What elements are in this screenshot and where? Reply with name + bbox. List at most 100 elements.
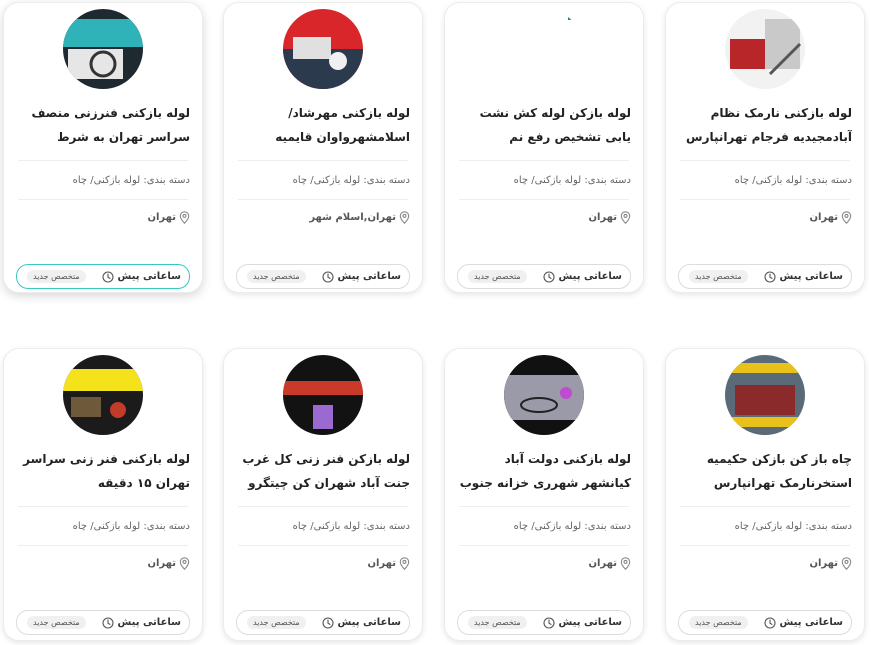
card-location: تهران xyxy=(367,557,410,570)
divider xyxy=(459,506,629,507)
time-text: ساعاتی پیش xyxy=(558,271,622,282)
card-category: دسته بندی: لوله بازکنی/ چاه xyxy=(513,521,631,532)
card-title[interactable]: لوله بازکن لوله کش نشت یابی تشخیص رفع نم… xyxy=(457,101,631,149)
clock-icon xyxy=(764,270,777,283)
card-location: تهران xyxy=(147,211,190,224)
new-specialist-badge: متخصص جدید xyxy=(27,270,86,283)
time-text: ساعاتی پیش xyxy=(558,617,622,628)
card-footer: متخصص جدید ساعاتی پیش xyxy=(457,610,631,635)
location-pin-icon xyxy=(841,557,852,570)
new-specialist-badge: متخصص جدید xyxy=(247,270,306,283)
location-pin-icon xyxy=(620,557,631,570)
service-card[interactable]: لوله بازکنی نارمک نظام آبادمجیدیه فرجام … xyxy=(665,2,865,293)
new-specialist-badge: متخصص جدید xyxy=(468,616,527,629)
divider xyxy=(238,545,408,546)
service-card[interactable]: لوله بازکن لوله کش نشت یابی تشخیص رفع نم… xyxy=(444,2,644,293)
card-title[interactable]: چاه باز کن بازکن حکیمیه استخرنارمک تهران… xyxy=(678,447,852,495)
location-pin-icon xyxy=(179,211,190,224)
time-text: ساعاتی پیش xyxy=(117,271,181,282)
card-title[interactable]: لوله بازکنی فنرزنی منصف سراسر تهران به ش… xyxy=(16,101,190,149)
posted-time: ساعاتی پیش xyxy=(322,616,401,629)
card-footer: متخصص جدید ساعاتی پیش xyxy=(678,264,852,289)
card-location: تهران xyxy=(809,557,852,570)
clock-icon xyxy=(102,616,115,629)
card-category: دسته بندی: لوله بازکنی/ چاه xyxy=(292,175,410,186)
location-text: تهران xyxy=(147,212,176,223)
time-text: ساعاتی پیش xyxy=(337,617,401,628)
clock-icon xyxy=(102,270,115,283)
divider xyxy=(680,160,850,161)
card-footer: متخصص جدید ساعاتی پیش xyxy=(16,610,190,635)
new-specialist-badge: متخصص جدید xyxy=(689,270,748,283)
posted-time: ساعاتی پیش xyxy=(102,616,181,629)
location-text: تهران,اسلام شهر xyxy=(309,212,396,223)
divider xyxy=(459,160,629,161)
location-pin-icon xyxy=(620,211,631,224)
card-image[interactable] xyxy=(63,9,143,89)
card-image[interactable] xyxy=(283,355,363,435)
posted-time: ساعاتی پیش xyxy=(102,270,181,283)
divider xyxy=(459,199,629,200)
time-text: ساعاتی پیش xyxy=(117,617,181,628)
card-footer: متخصص جدید ساعاتی پیش xyxy=(678,610,852,635)
new-specialist-badge: متخصص جدید xyxy=(468,270,527,283)
card-title[interactable]: لوله بازکنی مهرشاد/اسلامشهرواوان قایمیه … xyxy=(236,101,410,149)
card-category: دسته بندی: لوله بازکنی/ چاه xyxy=(734,521,852,532)
service-card[interactable]: لوله بازکنی فنرزنی منصف سراسر تهران به ش… xyxy=(3,2,203,293)
clock-icon xyxy=(322,270,335,283)
card-footer: متخصص جدید ساعاتی پیش xyxy=(457,264,631,289)
location-text: تهران xyxy=(588,212,617,223)
time-text: ساعاتی پیش xyxy=(779,271,843,282)
divider xyxy=(18,199,188,200)
time-text: ساعاتی پیش xyxy=(779,617,843,628)
card-footer: متخصص جدید ساعاتی پیش xyxy=(236,264,410,289)
divider xyxy=(680,545,850,546)
card-category: دسته بندی: لوله بازکنی/ چاه xyxy=(292,521,410,532)
location-text: تهران xyxy=(809,212,838,223)
service-card[interactable]: لوله بازکنی فنر زنی سراسر تهران ۱۵ دقیقه… xyxy=(3,348,203,641)
divider xyxy=(680,506,850,507)
service-card[interactable]: لوله بازکنی دولت آباد کیانشهر شهرری خزان… xyxy=(444,348,644,641)
card-location: تهران,اسلام شهر xyxy=(309,211,410,224)
location-pin-icon xyxy=(399,557,410,570)
divider xyxy=(18,160,188,161)
card-image[interactable] xyxy=(504,9,584,89)
location-text: تهران xyxy=(147,558,176,569)
card-image[interactable] xyxy=(504,355,584,435)
new-specialist-badge: متخصص جدید xyxy=(27,616,86,629)
card-image[interactable] xyxy=(725,355,805,435)
location-pin-icon xyxy=(399,211,410,224)
card-category: دسته بندی: لوله بازکنی/ چاه xyxy=(72,175,190,186)
card-title[interactable]: لوله بازکن فنر زنی کل غرب جنت آباد شهران… xyxy=(236,447,410,495)
location-text: تهران xyxy=(588,558,617,569)
posted-time: ساعاتی پیش xyxy=(764,616,843,629)
location-text: تهران xyxy=(809,558,838,569)
divider xyxy=(238,199,408,200)
posted-time: ساعاتی پیش xyxy=(764,270,843,283)
card-location: تهران xyxy=(809,211,852,224)
card-location: تهران xyxy=(588,557,631,570)
clock-icon xyxy=(543,616,556,629)
service-card[interactable]: لوله بازکنی مهرشاد/اسلامشهرواوان قایمیه … xyxy=(223,2,423,293)
new-specialist-badge: متخصص جدید xyxy=(247,616,306,629)
service-card[interactable]: لوله بازکن فنر زنی کل غرب جنت آباد شهران… xyxy=(223,348,423,641)
location-pin-icon xyxy=(841,211,852,224)
location-pin-icon xyxy=(179,557,190,570)
posted-time: ساعاتی پیش xyxy=(543,270,622,283)
clock-icon xyxy=(543,270,556,283)
service-card[interactable]: چاه باز کن بازکن حکیمیه استخرنارمک تهران… xyxy=(665,348,865,641)
card-image[interactable] xyxy=(283,9,363,89)
card-image[interactable] xyxy=(63,355,143,435)
card-location: تهران xyxy=(588,211,631,224)
new-specialist-badge: متخصص جدید xyxy=(689,616,748,629)
card-image[interactable] xyxy=(725,9,805,89)
card-title[interactable]: لوله بازکنی نارمک نظام آبادمجیدیه فرجام … xyxy=(678,101,852,149)
card-location: تهران xyxy=(147,557,190,570)
card-title[interactable]: لوله بازکنی فنر زنی سراسر تهران ۱۵ دقیقه xyxy=(16,447,190,495)
card-title[interactable]: لوله بازکنی دولت آباد کیانشهر شهرری خزان… xyxy=(457,447,631,495)
location-text: تهران xyxy=(367,558,396,569)
divider xyxy=(680,199,850,200)
divider xyxy=(459,545,629,546)
card-category: دسته بندی: لوله بازکنی/ چاه xyxy=(734,175,852,186)
divider xyxy=(18,506,188,507)
